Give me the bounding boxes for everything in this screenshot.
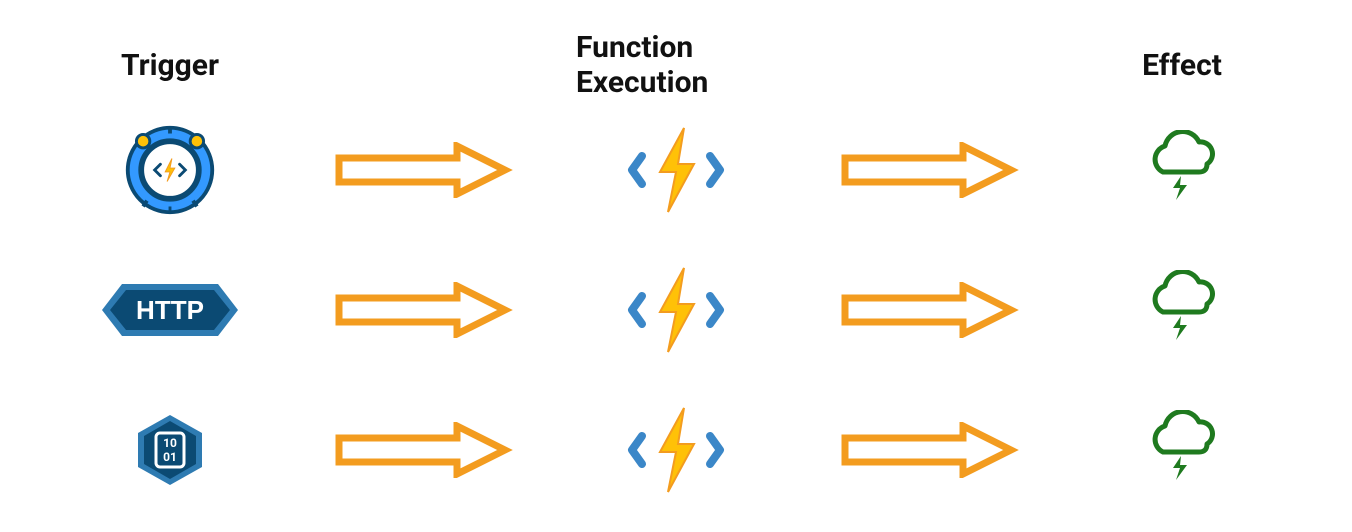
header-function-execution: Function Execution xyxy=(576,30,776,100)
arrow-right-icon xyxy=(333,142,513,198)
header-effect: Effect xyxy=(1142,48,1222,83)
arrow-right-icon xyxy=(839,142,1019,198)
arrow-right-icon xyxy=(333,422,513,478)
diagram-grid: Trigger Function Execution Effect HTTP xyxy=(70,30,1282,520)
arrow-right-icon xyxy=(839,282,1019,338)
arrow-right-icon xyxy=(333,282,513,338)
cloud-bolt-icon xyxy=(1137,130,1227,210)
function-bolt-icon xyxy=(626,260,726,360)
header-trigger: Trigger xyxy=(121,48,219,83)
function-bolt-icon xyxy=(626,400,726,500)
timer-trigger-icon xyxy=(122,122,218,218)
http-trigger-icon: HTTP xyxy=(100,274,240,346)
http-trigger-label: HTTP xyxy=(136,295,204,325)
event-hub-trigger-icon xyxy=(130,409,210,491)
arrow-right-icon xyxy=(839,422,1019,478)
cloud-bolt-icon xyxy=(1137,410,1227,490)
function-bolt-icon xyxy=(626,120,726,220)
cloud-bolt-icon xyxy=(1137,270,1227,350)
